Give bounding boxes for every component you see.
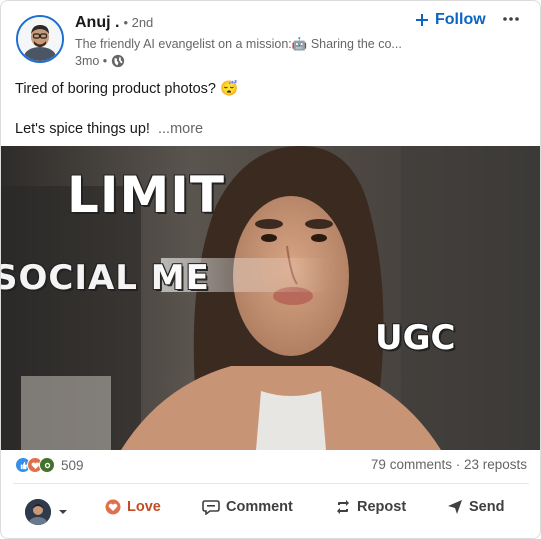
repost-button[interactable]: Repost bbox=[335, 499, 406, 515]
post-header: Anuj . • 2nd The friendly AI evangelist … bbox=[1, 1, 540, 73]
post-text-line-2-row: Let's spice things up! ...more bbox=[15, 119, 525, 139]
love-button[interactable]: Love bbox=[105, 499, 161, 515]
more-options-icon bbox=[503, 17, 519, 21]
reactions-summary[interactable]: 509 bbox=[15, 457, 84, 473]
author-avatar[interactable] bbox=[16, 15, 64, 63]
social-counts: 509 79 comments · 23 reposts bbox=[15, 457, 527, 477]
ellipsis-icon[interactable] bbox=[501, 9, 521, 34]
send-button[interactable]: Send bbox=[447, 499, 504, 515]
author-name-row: Anuj . • 2nd bbox=[75, 14, 153, 32]
author-name[interactable]: Anuj . bbox=[75, 14, 119, 32]
post-meta: 3mo • bbox=[75, 54, 125, 68]
post-text: Tired of boring product photos? 😴 Let's … bbox=[15, 79, 525, 139]
comments-reposts-count[interactable]: 79 comments · 23 reposts bbox=[371, 457, 527, 472]
feed-post-card: Anuj . • 2nd The friendly AI evangelist … bbox=[0, 0, 541, 539]
love-icon bbox=[105, 499, 121, 515]
comment-icon bbox=[202, 500, 220, 515]
repost-label: Repost bbox=[357, 499, 407, 515]
post-text-line-2: Let's spice things up! bbox=[15, 121, 150, 137]
see-more-link[interactable]: ...more bbox=[158, 121, 203, 137]
author-tagline: The friendly AI evangelist on a mission:… bbox=[75, 37, 402, 51]
divider bbox=[13, 483, 529, 484]
follow-button[interactable]: Follow bbox=[415, 11, 486, 29]
reaction-count: 509 bbox=[61, 457, 84, 473]
reaction-identity-selector[interactable] bbox=[25, 499, 69, 525]
post-video[interactable]: LIMIT SOCIAL ME UGC bbox=[1, 146, 540, 450]
send-icon bbox=[448, 500, 462, 514]
globe-icon bbox=[112, 54, 125, 68]
repost-icon bbox=[337, 500, 349, 514]
author-avatar-image bbox=[18, 17, 62, 61]
comment-label: Comment bbox=[226, 499, 293, 515]
post-text-line-1: Tired of boring product photos? 😴 bbox=[15, 81, 239, 97]
love-label: Love bbox=[127, 499, 161, 515]
overlay-text-social: SOCIAL ME bbox=[1, 258, 210, 298]
send-label: Send bbox=[469, 499, 505, 515]
user-avatar bbox=[25, 499, 51, 525]
plus-icon bbox=[416, 14, 428, 26]
follow-label: Follow bbox=[435, 11, 486, 28]
overlay-text-limit: LIMIT bbox=[67, 166, 225, 224]
overlay-text-ugc: UGC bbox=[375, 318, 456, 358]
chevron-down-icon bbox=[59, 510, 67, 514]
connection-degree: • 2nd bbox=[123, 15, 154, 30]
comment-button[interactable]: Comment bbox=[202, 499, 293, 515]
action-bar: Love Comment Repost Send bbox=[1, 491, 540, 533]
post-age: 3mo • bbox=[75, 54, 108, 68]
celebrate-reaction-icon bbox=[39, 457, 55, 473]
